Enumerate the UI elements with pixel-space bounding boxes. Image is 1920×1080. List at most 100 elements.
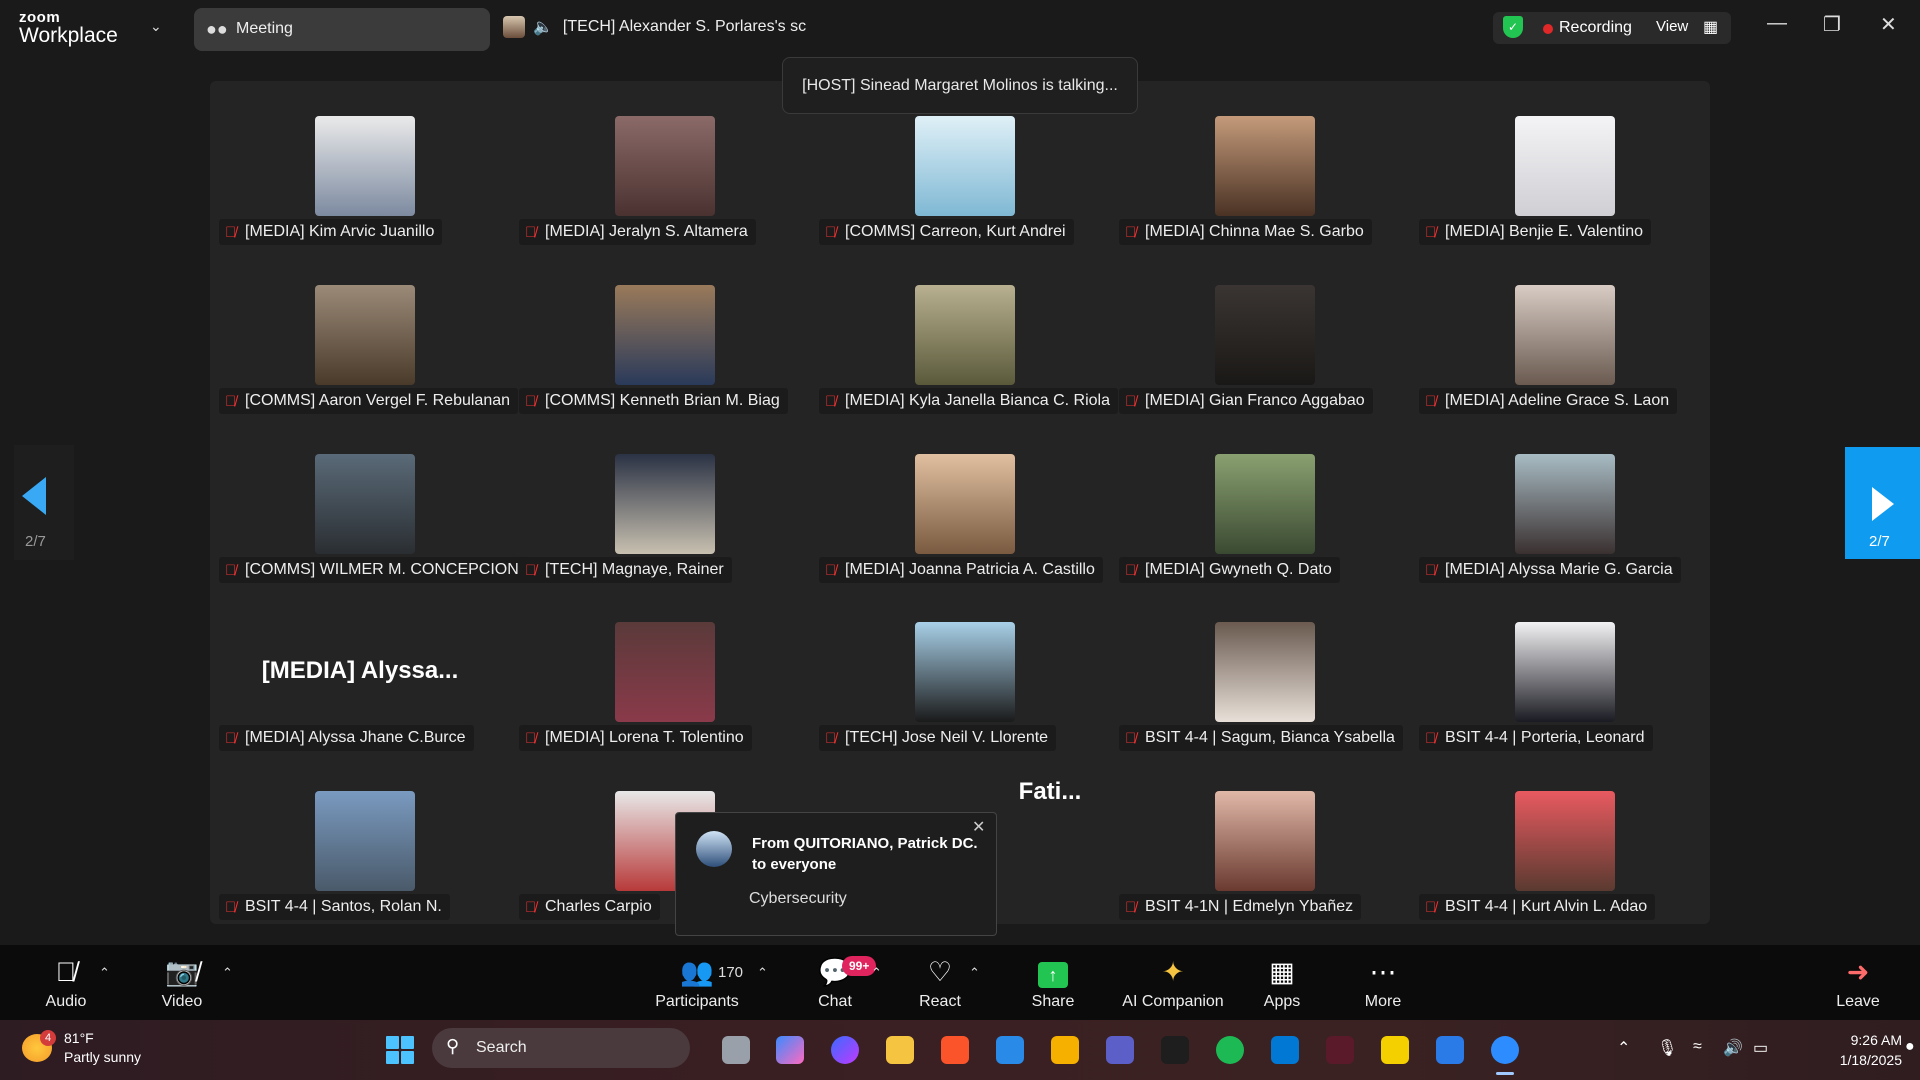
system-clock[interactable]: 9:26 AM 1/18/2025 xyxy=(1790,1030,1902,1070)
participant-name: [TECH] Magnaye, Rainer xyxy=(545,561,724,578)
leave-icon: ➜ xyxy=(1846,957,1870,987)
mic-muted-icon: 🎙̸ xyxy=(225,393,237,410)
participant-tile[interactable]: 🎙̸ [MEDIA] Gian Franco Aggabao xyxy=(1115,250,1405,415)
notification-icon[interactable]: ● xyxy=(1905,1038,1915,1056)
participant-tile[interactable]: 🎙̸ [COMMS] Aaron Vergel F. Rebulanan xyxy=(215,250,519,415)
video-options-caret[interactable]: ⌃ xyxy=(222,965,233,981)
participant-name: [MEDIA] Kyla Janella Bianca C. Riola xyxy=(845,392,1110,409)
copilot-icon[interactable] xyxy=(776,1036,804,1064)
participant-nameplate: 🎙̸ BSIT 4-4 | Porteria, Leonard xyxy=(1419,725,1653,751)
sticky-notes-icon[interactable] xyxy=(1381,1036,1409,1064)
participant-tile[interactable]: 🎙̸ [MEDIA] Kyla Janella Bianca C. Riola xyxy=(815,250,1118,415)
chevron-down-icon[interactable]: ⌄ xyxy=(150,18,162,35)
participant-tile[interactable]: 🎙̸ BSIT 4-4 | Sagum, Bianca Ysabella xyxy=(1115,587,1405,752)
ai-companion-button[interactable]: ✦ AI Companion xyxy=(1113,955,1233,1011)
participant-tile[interactable]: 🎙̸ [TECH] Jose Neil V. Llorente xyxy=(815,587,1105,752)
close-icon[interactable]: ✕ xyxy=(1880,12,1897,37)
taskbar-search[interactable]: ⚲ Search xyxy=(432,1028,690,1068)
mic-muted-icon: 🎙̸ xyxy=(525,899,537,916)
task-view-icon[interactable] xyxy=(722,1036,750,1064)
vscode-icon[interactable] xyxy=(1271,1036,1299,1064)
mic-muted-icon: 🎙̸ xyxy=(825,562,837,579)
chat-message: Cybersecurity xyxy=(749,890,847,907)
participant-tile[interactable]: 🎙̸ [MEDIA] Alyssa Marie G. Garcia xyxy=(1415,419,1705,584)
teams-icon[interactable] xyxy=(1106,1036,1134,1064)
mic-muted-icon: 🎙̸ xyxy=(825,393,837,410)
volume-icon[interactable]: 🔊 xyxy=(1723,1038,1743,1058)
participant-tile[interactable]: 🎙̸ BSIT 4-4 | Porteria, Leonard xyxy=(1415,587,1705,752)
participant-tile[interactable]: [MEDIA] Alyssa... 🎙̸ [MEDIA] Alyssa Jhane… xyxy=(215,587,505,752)
tab-screen-share[interactable]: 🔈 [TECH] Alexander S. Porlares's sc xyxy=(503,16,806,44)
messenger-icon[interactable] xyxy=(831,1036,859,1064)
participant-tile[interactable]: 🎙̸ BSIT 4-4 | Santos, Rolan N. xyxy=(215,756,505,921)
react-button[interactable]: ♡ React xyxy=(890,955,990,1011)
chat-notification[interactable]: From QUITORIANO, Patrick DC. to everyone… xyxy=(675,812,997,936)
participants-options-caret[interactable]: ⌃ xyxy=(757,965,768,981)
zoom-workplace-logo[interactable]: zoom Workplace xyxy=(19,10,118,46)
participant-tile[interactable]: 🎙̸ [COMMS] Kenneth Brian M. Biag xyxy=(515,250,805,415)
share-button[interactable]: ↑ Share xyxy=(1003,955,1103,1011)
figma-icon[interactable] xyxy=(1161,1036,1189,1064)
wifi-icon[interactable]: ≈ xyxy=(1693,1038,1702,1056)
participant-tile[interactable]: 🎙̸ [COMMS] WILMER M. CONCEPCION xyxy=(215,419,527,584)
audio-button[interactable]: 🎙̸ Audio xyxy=(16,955,116,1011)
onedrive-icon[interactable] xyxy=(996,1036,1024,1064)
video-off-name: [MEDIA] Alyssa... xyxy=(261,657,459,684)
participant-nameplate: 🎙̸ [TECH] Jose Neil V. Llorente xyxy=(819,725,1057,751)
participant-tile[interactable]: 🎙̸ [MEDIA] Kim Arvic Juanillo xyxy=(215,81,505,246)
participant-avatar xyxy=(1215,454,1315,554)
keep-icon[interactable] xyxy=(1051,1036,1079,1064)
video-button[interactable]: 📷̸ Video xyxy=(132,955,232,1011)
participant-tile[interactable]: 🎙̸ [MEDIA] Gwyneth Q. Dato xyxy=(1115,419,1405,584)
word-icon[interactable] xyxy=(1436,1036,1464,1064)
chat-options-caret[interactable]: ⌃ xyxy=(871,965,882,981)
microphone-icon[interactable]: 🎙 xyxy=(1657,1038,1677,1058)
participant-name: [COMMS] Carreon, Kurt Andrei xyxy=(845,223,1066,240)
participant-avatar xyxy=(315,116,415,216)
share-label: Share xyxy=(1031,993,1075,1010)
leave-button[interactable]: ➜ Leave xyxy=(1808,955,1908,1011)
recording-indicator[interactable]: Recording xyxy=(1559,19,1632,37)
participant-name: [MEDIA] Kim Arvic Juanillo xyxy=(245,223,435,240)
chevron-up-icon[interactable]: ⌃ xyxy=(1617,1038,1630,1058)
tab-meeting[interactable]: ●● Meeting xyxy=(194,8,490,51)
participant-tile[interactable]: 🎙̸ [MEDIA] Benjie E. Valentino xyxy=(1415,81,1705,246)
spotify-icon[interactable] xyxy=(1216,1036,1244,1064)
app-icon[interactable] xyxy=(1326,1036,1354,1064)
mic-muted-icon: 🎙̸ xyxy=(1125,562,1137,579)
participant-tile[interactable]: 🎙̸ BSIT 4-4 | Kurt Alvin L. Adao xyxy=(1415,756,1705,921)
security-shield-icon[interactable]: ✓ xyxy=(1503,16,1523,38)
meeting-people-icon: ●● xyxy=(206,19,228,39)
audio-options-caret[interactable]: ⌃ xyxy=(99,965,110,981)
participant-tile[interactable]: 🎙̸ [MEDIA] Lorena T. Tolentino xyxy=(515,587,805,752)
brave-browser-icon[interactable] xyxy=(941,1036,969,1064)
participant-tile[interactable]: 🎙̸ [TECH] Magnaye, Rainer xyxy=(515,419,805,584)
react-options-caret[interactable]: ⌃ xyxy=(969,965,980,981)
participant-tile[interactable]: 🎙̸ [MEDIA] Jeralyn S. Altamera xyxy=(515,81,805,246)
participant-nameplate: 🎙̸ [COMMS] Aaron Vergel F. Rebulanan xyxy=(219,388,519,414)
apps-button[interactable]: ▦ Apps xyxy=(1232,955,1332,1011)
meeting-toolbar: 🎙̸ Audio ⌃ 📷̸ Video ⌃ 👥 Participants 170… xyxy=(0,945,1920,1020)
participant-tile[interactable]: 🎙̸ BSIT 4-1N | Edmelyn Ybañez xyxy=(1115,756,1405,921)
previous-page-button[interactable]: 2/7 xyxy=(14,445,74,560)
more-button[interactable]: ⋯ More xyxy=(1333,955,1433,1011)
participant-nameplate: 🎙̸ [MEDIA] Chinna Mae S. Garbo xyxy=(1119,219,1372,245)
zoom-app-icon[interactable] xyxy=(1491,1036,1519,1064)
restore-icon[interactable]: ❐ xyxy=(1823,12,1841,37)
windows-start-icon[interactable] xyxy=(386,1036,414,1064)
mic-muted-icon: 🎙̸ xyxy=(1125,730,1137,747)
next-page-button[interactable]: 2/7 xyxy=(1845,447,1920,559)
view-button[interactable]: View xyxy=(1656,18,1688,35)
participant-tile[interactable]: 🎙̸ [MEDIA] Joanna Patricia A. Castillo xyxy=(815,419,1105,584)
close-icon[interactable]: ✕ xyxy=(972,817,985,837)
minimize-icon[interactable]: — xyxy=(1767,12,1787,35)
participant-nameplate: 🎙̸ [TECH] Magnaye, Rainer xyxy=(519,557,732,583)
participant-tile[interactable]: 🎙̸ [MEDIA] Adeline Grace S. Laon xyxy=(1415,250,1705,415)
participant-tile[interactable]: 🎙̸ [MEDIA] Chinna Mae S. Garbo xyxy=(1115,81,1405,246)
participant-name: [MEDIA] Joanna Patricia A. Castillo xyxy=(845,561,1095,578)
file-explorer-icon[interactable] xyxy=(886,1036,914,1064)
grid-view-icon[interactable]: ▦ xyxy=(1703,17,1718,37)
battery-icon[interactable]: ▭ xyxy=(1753,1038,1768,1058)
page-indicator: 2/7 xyxy=(25,533,46,550)
search-icon: ⚲ xyxy=(446,1036,460,1056)
